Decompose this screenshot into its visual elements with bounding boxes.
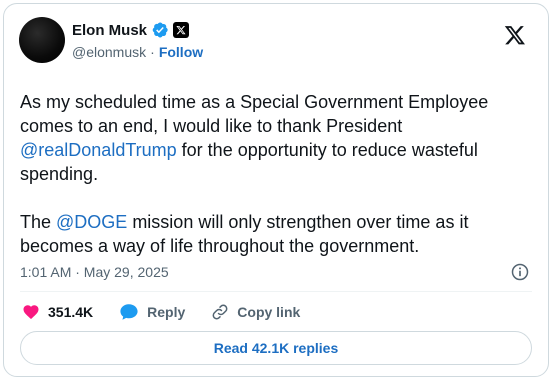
read-replies-button[interactable]: Read 42.1K replies	[20, 331, 532, 365]
author-handle-row: @elonmusk · Follow	[72, 42, 203, 62]
reply-bubble-icon	[120, 304, 138, 320]
like-count: 351.4K	[48, 304, 94, 320]
link-icon	[212, 304, 228, 320]
action-bar: 351.4K Reply Copy link	[22, 301, 326, 323]
author-handle[interactable]: @elonmusk	[72, 44, 146, 60]
like-button[interactable]: 351.4K	[22, 303, 93, 321]
author-display-name[interactable]: Elon Musk	[72, 22, 147, 39]
tweet-text: As my scheduled time as a Special Govern…	[20, 90, 540, 282]
copy-link-button[interactable]: Copy link	[211, 303, 300, 321]
reply-label: Reply	[147, 304, 186, 320]
tweet-paragraph-1: As my scheduled time as a Special Govern…	[20, 90, 540, 186]
mention-link-realdonaldtrump[interactable]: @realDonaldTrump	[20, 140, 177, 160]
tweet-paragraph-2: The @DOGE mission will only strengthen o…	[20, 210, 540, 258]
copy-link-label: Copy link	[237, 304, 301, 320]
avatar[interactable]	[19, 17, 65, 63]
tweet-text-segment: The	[20, 212, 57, 232]
info-icon[interactable]	[510, 262, 530, 282]
follow-link[interactable]: Follow	[159, 44, 203, 60]
divider	[20, 291, 532, 292]
author-name-row: Elon Musk	[72, 20, 190, 40]
tweet-text-segment: As my scheduled time as a Special Govern…	[20, 92, 489, 136]
separator-dot: ·	[150, 44, 155, 60]
verified-badge-icon	[151, 21, 169, 39]
reply-button[interactable]: Reply	[119, 303, 185, 321]
x-logo-icon[interactable]	[504, 24, 526, 46]
heart-icon	[23, 305, 39, 320]
tweet-timestamp[interactable]: 1:01 AM · May 29, 2025	[20, 262, 169, 282]
tweet-card: Elon Musk @elonmusk · Follow As my sched…	[3, 3, 549, 377]
mention-link-doge[interactable]: @DOGE	[56, 212, 127, 232]
x-affiliation-icon	[173, 22, 190, 38]
